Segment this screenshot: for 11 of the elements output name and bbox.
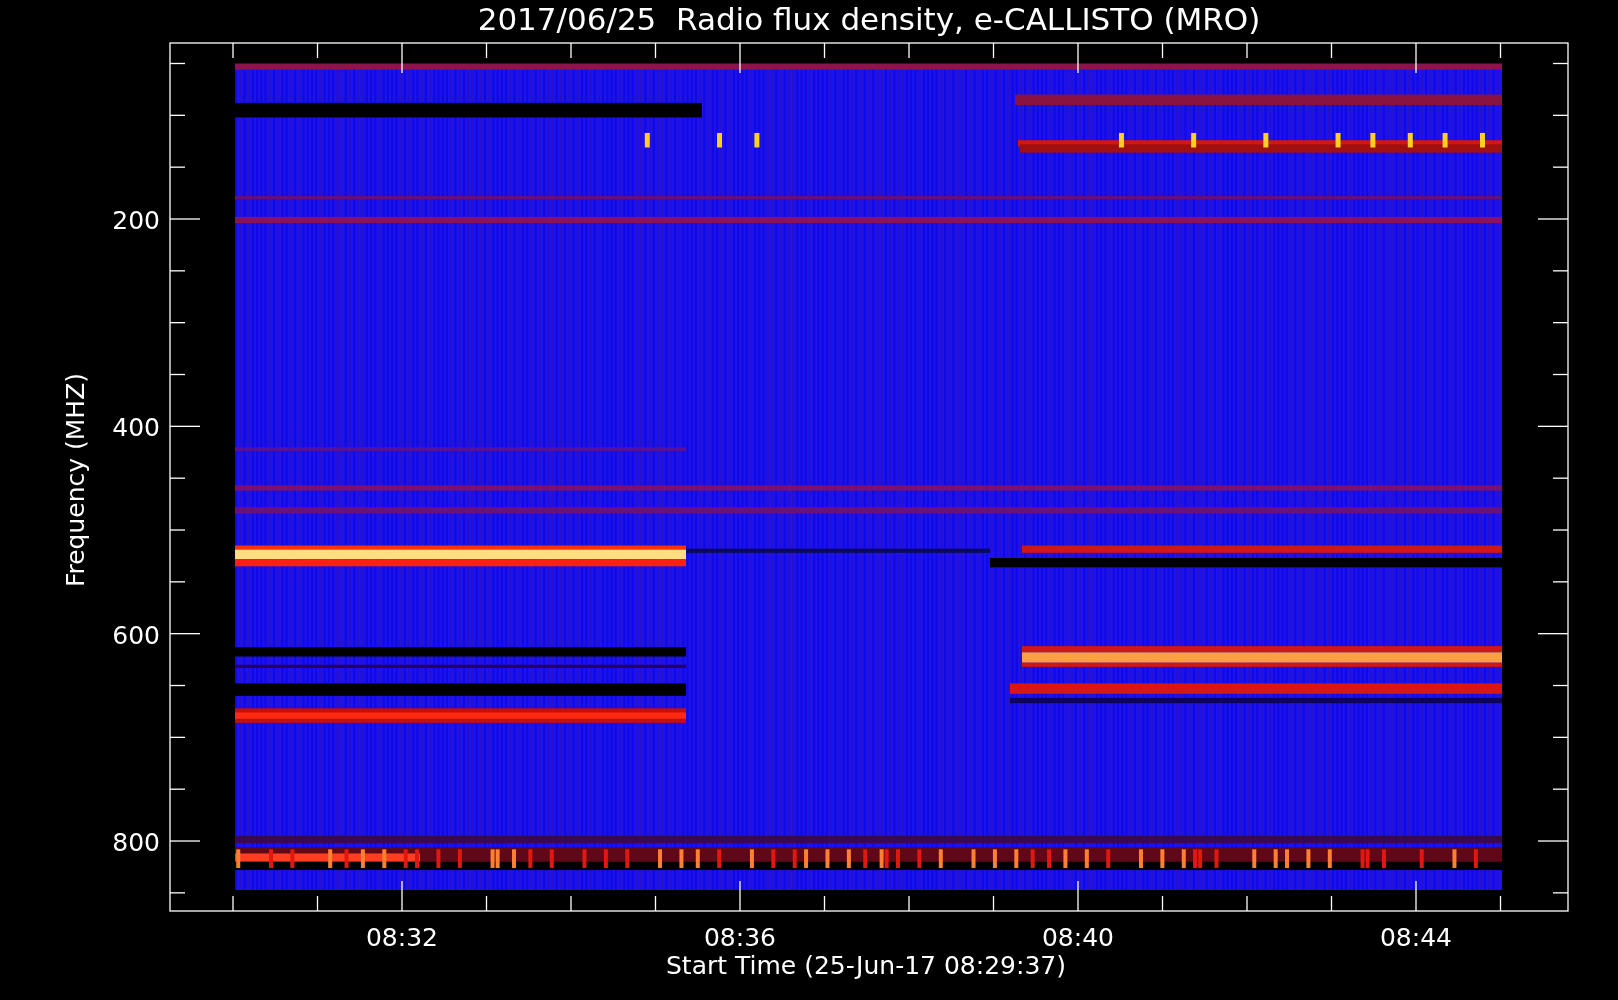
axis-tick-label: 08:44 <box>1380 923 1452 952</box>
axis-tick-label: 08:32 <box>366 923 438 952</box>
axis-tick-label: 08:36 <box>704 923 776 952</box>
axis-tick-label: 08:40 <box>1042 923 1114 952</box>
axis-title: Frequency (MHZ) <box>61 372 90 588</box>
axis-title: Start Time (25-Jun-17 08:29:37) <box>666 951 1066 980</box>
axis-tick-label: 400 <box>112 413 160 443</box>
axis-tick-label: 200 <box>112 206 160 235</box>
axis-tick-label: 800 <box>112 828 160 857</box>
chart-title: 2017/06/25 Radio flux density, e-CALLISTO (MRO) <box>477 1 1261 37</box>
axis-tick-label: 600 <box>112 620 160 650</box>
